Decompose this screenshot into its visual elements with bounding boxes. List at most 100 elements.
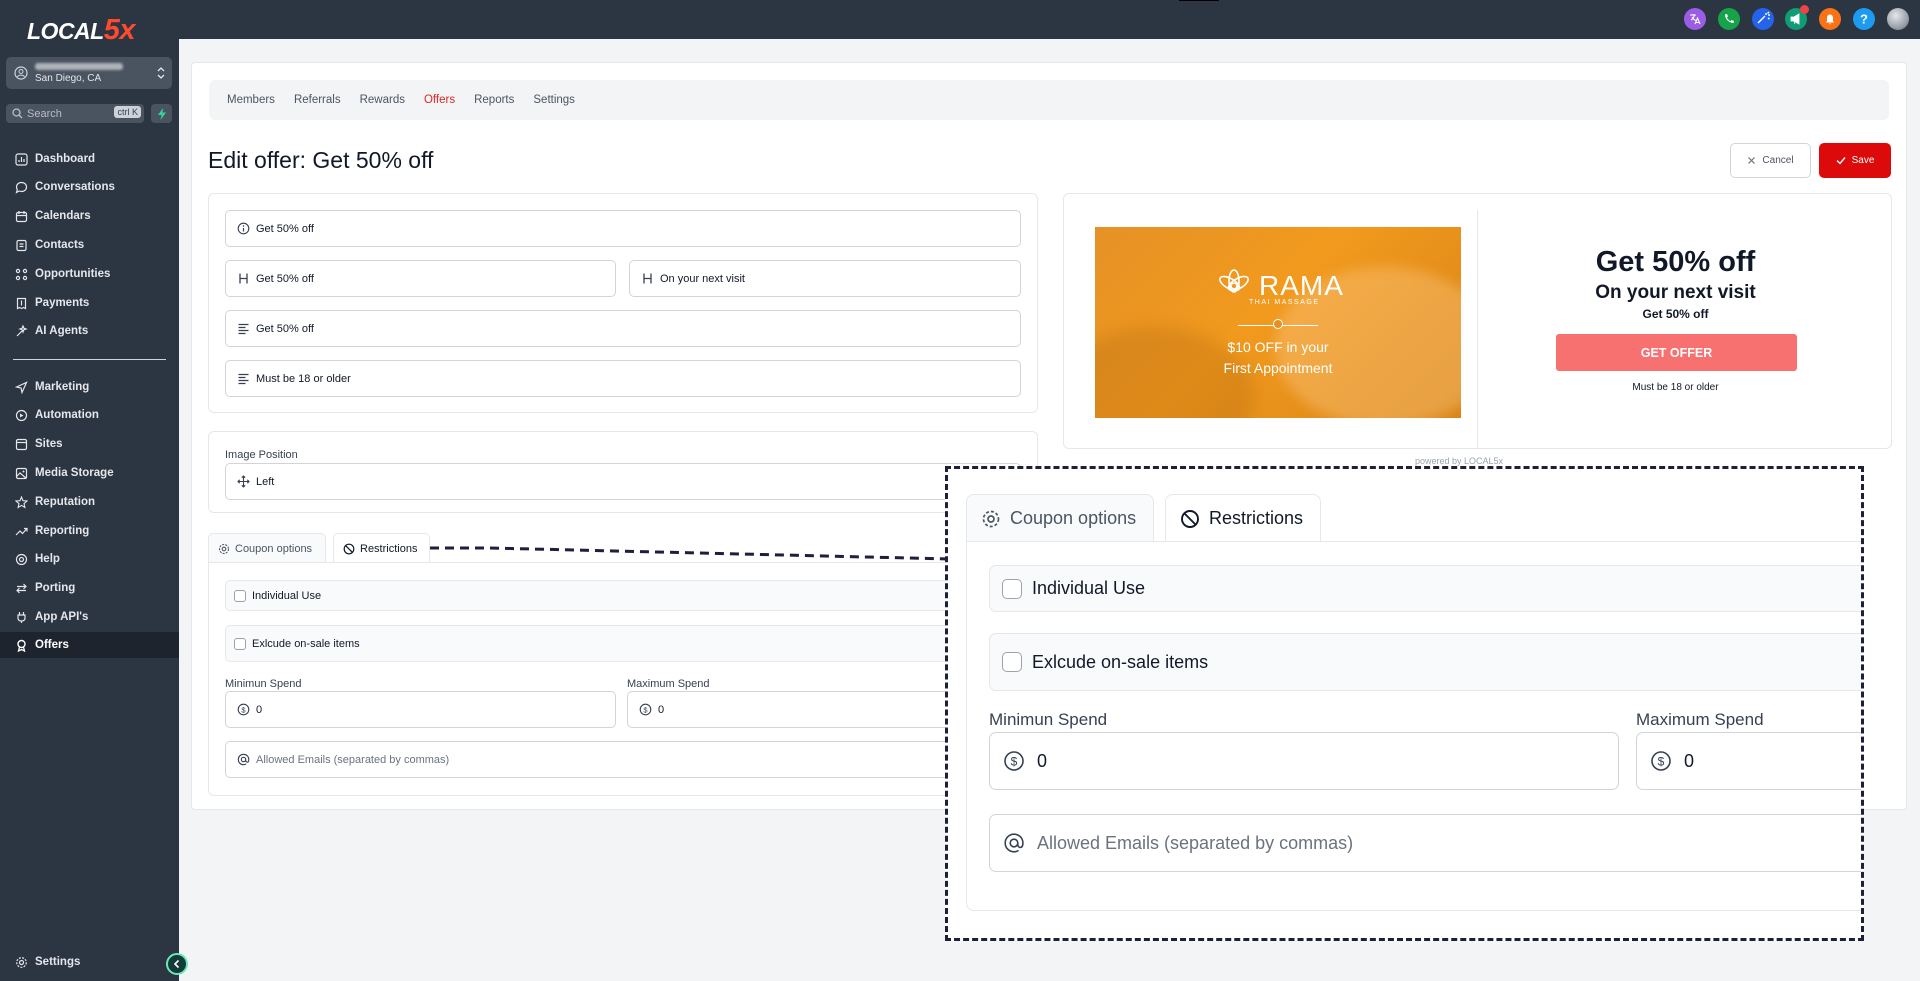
nav-help[interactable]: Help — [0, 546, 179, 572]
page-title: Edit offer: Get 50% off — [208, 147, 434, 173]
tab-restrictions[interactable]: Restrictions — [333, 533, 430, 563]
allowed-emails-input-zoomed[interactable]: Allowed Emails (separated by commas) — [989, 814, 1861, 872]
dollar-icon: $ — [1003, 750, 1025, 772]
gear-icon — [218, 543, 230, 555]
allowed-emails-input[interactable]: Allowed Emails (separated by commas) — [225, 741, 1021, 778]
gear-icon — [981, 509, 1001, 529]
sites-icon — [14, 437, 28, 451]
nav-label: Payments — [35, 297, 90, 309]
receipt-icon — [14, 296, 28, 310]
nav-calendars[interactable]: Calendars — [0, 203, 179, 229]
description-field[interactable]: Get 50% off — [225, 310, 1021, 347]
nav-settings[interactable]: Settings — [0, 949, 179, 975]
logo[interactable]: LOCAL 5x — [27, 14, 135, 46]
checkbox[interactable] — [234, 637, 246, 650]
nav-sites[interactable]: Sites — [0, 431, 179, 457]
arrows-swap-icon — [14, 581, 28, 595]
terms-field[interactable]: Must be 18 or older — [225, 360, 1021, 397]
align-left-icon — [236, 322, 250, 336]
nav-conversations[interactable]: Conversations — [0, 174, 179, 200]
badge-icon — [14, 638, 28, 652]
exclude-sale-checkbox-zoomed[interactable]: Exlcude on-sale items — [989, 633, 1861, 691]
svg-text:$: $ — [241, 705, 246, 714]
bell-icon[interactable] — [1819, 8, 1841, 30]
heading-field[interactable]: Get 50% off — [225, 260, 616, 297]
check-icon — [1836, 156, 1846, 165]
search-input[interactable]: Search ctrl K — [6, 104, 144, 123]
get-offer-button[interactable]: GET OFFER — [1556, 334, 1797, 371]
image-icon — [14, 466, 28, 480]
zoom-connector — [430, 546, 950, 561]
preview-title: Get 50% off — [1595, 246, 1756, 278]
min-spend-input[interactable]: $0 — [225, 691, 616, 728]
heading-value: Get 50% off — [256, 272, 314, 285]
dollar-icon: $ — [638, 703, 652, 717]
offer-name-field[interactable]: Get 50% off — [225, 210, 1021, 247]
phone-icon[interactable] — [1718, 8, 1740, 30]
search-placeholder: Search — [27, 107, 62, 120]
help-icon[interactable]: ? — [1853, 8, 1875, 30]
tab-rewards[interactable]: Rewards — [360, 94, 405, 106]
location-name-blurred — [35, 62, 123, 70]
svg-text:$: $ — [643, 705, 648, 714]
nav-label: Dashboard — [35, 153, 96, 165]
nav-reputation[interactable]: Reputation — [0, 489, 179, 515]
max-spend-value: 0 — [658, 703, 665, 716]
checkbox[interactable] — [1002, 578, 1022, 599]
checkbox[interactable] — [1002, 652, 1022, 672]
close-icon — [1747, 156, 1756, 165]
preview-subtitle: On your next visit — [1595, 282, 1756, 303]
subheading-field[interactable]: On your next visit — [629, 260, 1021, 297]
individual-use-checkbox[interactable]: Individual Use — [225, 580, 1021, 611]
megaphone-icon[interactable] — [1785, 5, 1809, 30]
tab-offers[interactable]: Offers — [424, 94, 455, 106]
tab-label: Coupon options — [1010, 508, 1137, 528]
min-spend-input-zoomed[interactable]: $0 — [989, 732, 1619, 790]
save-button[interactable]: Save — [1819, 143, 1891, 178]
search-icon — [12, 108, 23, 119]
terms-value: Must be 18 or older — [256, 372, 351, 385]
nav-porting[interactable]: Porting — [0, 575, 179, 601]
tab-referrals[interactable]: Referrals — [294, 94, 341, 106]
max-spend-value: 0 — [1684, 750, 1695, 771]
svg-text:$: $ — [1011, 755, 1018, 769]
nav-app-apis[interactable]: App API's — [0, 604, 179, 630]
cancel-button[interactable]: Cancel — [1730, 143, 1811, 178]
location-icon — [14, 66, 28, 80]
individual-use-checkbox-zoomed[interactable]: Individual Use — [989, 565, 1861, 612]
nav-contacts[interactable]: Contacts — [0, 232, 179, 258]
restrictions-panel: Individual Use Exlcude on-sale items Min… — [208, 562, 1038, 796]
max-spend-input-zoomed[interactable]: $0 — [1636, 732, 1861, 790]
nav-reporting[interactable]: Reporting — [0, 518, 179, 544]
powered-by-text: powered by LOCAL5x — [1415, 456, 1504, 466]
nav-dashboard[interactable]: Dashboard — [0, 146, 179, 172]
dollar-icon: $ — [236, 703, 250, 717]
location-switcher[interactable]: San Diego, CA — [6, 57, 172, 89]
calendar-icon — [14, 209, 28, 223]
max-spend-label: Maximum Spend — [627, 678, 710, 690]
avatar[interactable] — [1887, 8, 1909, 30]
tab-coupon-options[interactable]: Coupon options — [208, 533, 326, 563]
nav-payments[interactable]: Payments — [0, 290, 179, 316]
heading-icon — [236, 272, 250, 286]
collapse-sidebar-button[interactable] — [166, 953, 188, 975]
tab-settings[interactable]: Settings — [533, 94, 575, 106]
tab-members[interactable]: Members — [227, 94, 275, 106]
nav-automation[interactable]: Automation — [0, 402, 179, 428]
translate-icon[interactable] — [1684, 8, 1706, 30]
magic-icon[interactable] — [1752, 8, 1774, 30]
image-position-select[interactable]: Left — [225, 463, 1021, 500]
tab-reports[interactable]: Reports — [474, 94, 514, 106]
nav-marketing[interactable]: Marketing — [0, 374, 179, 400]
nav-offers[interactable]: Offers — [0, 632, 179, 658]
tab-label: Restrictions — [1209, 508, 1304, 528]
nav-label: Media Storage — [35, 467, 114, 479]
exclude-sale-checkbox[interactable]: Exlcude on-sale items — [225, 625, 1021, 662]
tab-restrictions-zoomed[interactable]: Restrictions — [1165, 494, 1321, 542]
nav-media-storage[interactable]: Media Storage — [0, 460, 179, 486]
tab-coupon-options-zoomed[interactable]: Coupon options — [966, 494, 1154, 542]
quick-action-button[interactable] — [151, 104, 172, 123]
checkbox[interactable] — [234, 589, 246, 602]
nav-ai-agents[interactable]: AI Agents — [0, 318, 179, 344]
nav-opportunities[interactable]: Opportunities — [0, 261, 179, 287]
